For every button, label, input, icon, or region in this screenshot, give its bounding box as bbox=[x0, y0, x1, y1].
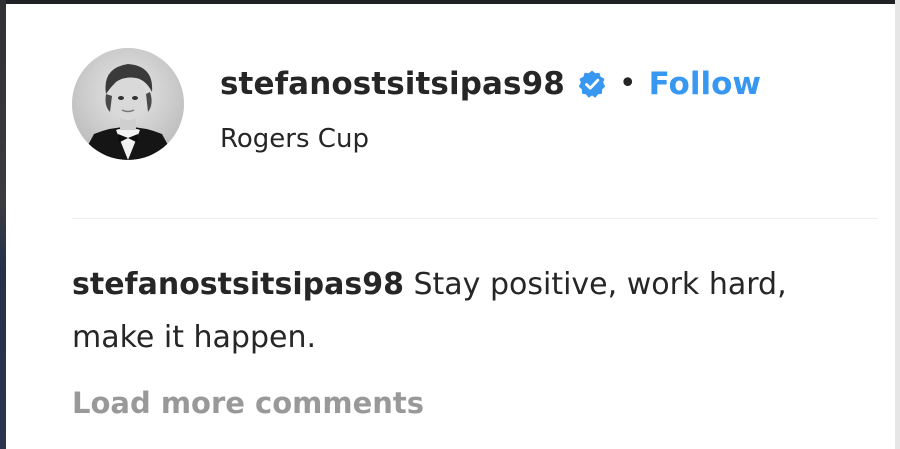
window-top-edge bbox=[0, 0, 900, 4]
avatar-photo bbox=[72, 48, 184, 160]
window-left-edge bbox=[0, 0, 6, 449]
separator-dot: • bbox=[618, 66, 637, 101]
username-row: stefanostsitsipas98 • Follow bbox=[220, 62, 761, 106]
caption-author-link[interactable]: stefanostsitsipas98 bbox=[72, 267, 404, 302]
verified-badge-icon bbox=[577, 69, 607, 99]
post-header: stefanostsitsipas98 • Follow Rogers Cup bbox=[72, 48, 761, 168]
panel-right-border bbox=[895, 0, 900, 449]
location-link[interactable]: Rogers Cup bbox=[220, 124, 761, 154]
avatar[interactable] bbox=[72, 48, 184, 160]
username-link[interactable]: stefanostsitsipas98 bbox=[220, 66, 565, 102]
post-caption: stefanostsitsipas98 Stay positive, work … bbox=[72, 258, 812, 364]
header-divider bbox=[72, 218, 878, 219]
follow-button[interactable]: Follow bbox=[649, 66, 761, 102]
instagram-post-panel: stefanostsitsipas98 • Follow Rogers Cup … bbox=[0, 0, 900, 449]
post-identity: stefanostsitsipas98 • Follow Rogers Cup bbox=[220, 62, 761, 154]
load-more-comments-button[interactable]: Load more comments bbox=[72, 386, 424, 420]
